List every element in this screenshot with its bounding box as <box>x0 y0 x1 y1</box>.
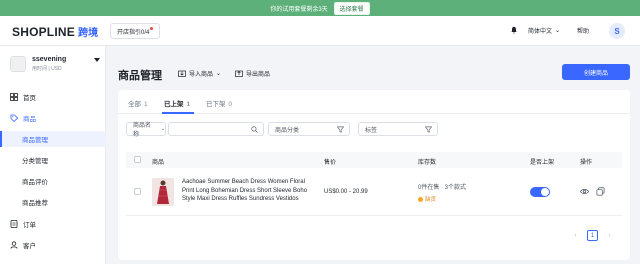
import-icon <box>178 70 186 77</box>
listed-toggle[interactable] <box>530 187 550 197</box>
sidebar-item-category-management[interactable]: 分类管理 <box>0 152 106 168</box>
product-stock: 0件在售 · 3个款式 <box>418 185 467 191</box>
create-product-button[interactable]: 创建商品 <box>562 64 630 80</box>
tab-unlisted[interactable]: 已下架 0 <box>206 98 232 108</box>
chevron-down-icon: ⌄ <box>555 28 561 34</box>
sidebar-item-orders[interactable]: 订单 <box>0 216 106 232</box>
column-listed: 是否上架 <box>530 160 555 166</box>
product-price: US$0.00 - 20.99 <box>324 189 368 195</box>
search-icon[interactable] <box>251 126 258 133</box>
page-1-button[interactable]: 1 <box>587 230 598 241</box>
out-of-stock-badge: 缺货 <box>418 195 436 203</box>
column-stock: 库存数 <box>418 160 437 166</box>
warning-dot-icon <box>418 196 423 202</box>
order-icon <box>10 220 18 228</box>
store-avatar <box>10 56 26 72</box>
category-filter[interactable]: 商品分类 <box>268 122 350 136</box>
sidebar-item-product-management[interactable]: 商品管理 <box>0 131 106 147</box>
page-title: 商品管理 <box>118 70 162 82</box>
active-tab-indicator <box>162 112 194 114</box>
row-checkbox[interactable] <box>134 188 141 195</box>
product-thumbnail[interactable] <box>152 178 174 206</box>
help-link[interactable]: 帮助 <box>577 26 589 35</box>
prev-page-button[interactable]: ‹ <box>570 230 581 241</box>
store-switcher[interactable]: ssevening 用时间 | USD <box>10 56 66 72</box>
product-list-card: 全部 1 已上架 1 已下架 0 商品名称 ⌄ 商品分类 标签 商品 售价 库存数 是否… <box>118 90 630 260</box>
status-tabs: 全部 1 已上架 1 已下架 0 <box>118 90 630 114</box>
store-guide-button[interactable]: 开店指引0/4 <box>110 23 161 39</box>
choose-plan-button[interactable]: 选择套餐 <box>333 1 370 15</box>
user-avatar[interactable]: S <box>609 23 625 39</box>
shopline-logo[interactable]: SHOPLINE 跨境 <box>12 24 98 39</box>
export-icon <box>235 70 243 77</box>
table-row[interactable]: Aachoae Summer Beach Dress Women Floral … <box>126 170 622 216</box>
import-products-button[interactable]: 导入商品 ⌄ <box>178 69 221 78</box>
language-selector[interactable]: 简体中文 ⌄ <box>528 26 560 35</box>
select-all-checkbox[interactable] <box>134 156 141 163</box>
store-name: ssevening <box>32 56 67 63</box>
trial-banner-text: 你的试用套餐剩余3天 <box>270 6 328 13</box>
table-header: 商品 售价 库存数 是否上架 操作 <box>126 152 622 168</box>
next-page-button[interactable]: › <box>604 230 615 241</box>
bell-icon[interactable] <box>510 26 518 34</box>
store-subtitle: 用时间 | USD <box>32 66 62 72</box>
product-name-link[interactable]: Aachoae Summer Beach Dress Women Floral … <box>182 178 310 204</box>
sidebar: ssevening 用时间 | USD 首页 商品 商品管理 分类管理 商品评价… <box>0 46 106 264</box>
search-field-select[interactable]: 商品名称 ⌄ <box>126 122 166 138</box>
tab-all[interactable]: 全部 1 <box>128 98 148 108</box>
top-header: SHOPLINE 跨境 开店指引0/4 简体中文 ⌄ 帮助 S <box>0 16 640 46</box>
export-products-button[interactable]: 导出商品 <box>235 69 270 78</box>
product-search-input[interactable] <box>168 122 264 136</box>
tag-filter[interactable]: 标签 <box>358 122 438 136</box>
column-product: 商品 <box>152 160 165 166</box>
copy-icon[interactable] <box>596 187 605 196</box>
column-actions: 操作 <box>580 160 593 166</box>
chevron-down-icon: ⌄ <box>160 126 165 132</box>
tag-icon <box>10 114 18 122</box>
user-icon <box>10 241 18 249</box>
chevron-down-icon: ⌄ <box>216 71 222 77</box>
sidebar-item-product-recommend[interactable]: 商品推荐 <box>0 194 106 210</box>
filter-icon <box>425 126 432 133</box>
sidebar-item-product-reviews[interactable]: 商品评价 <box>0 173 106 189</box>
eye-icon[interactable] <box>580 187 589 196</box>
column-price: 售价 <box>324 160 337 166</box>
filter-icon <box>337 126 344 133</box>
guide-notification-dot <box>150 26 154 30</box>
trial-banner: 你的试用套餐剩余3天 选择套餐 <box>0 0 640 16</box>
sidebar-item-customers[interactable]: 客户 <box>0 237 106 253</box>
sidebar-item-products[interactable]: 商品 <box>0 110 106 126</box>
home-icon <box>10 93 18 101</box>
sidebar-item-home[interactable]: 首页 <box>0 89 106 105</box>
tab-listed[interactable]: 已上架 1 <box>164 98 190 108</box>
caret-down-icon[interactable] <box>94 58 100 62</box>
